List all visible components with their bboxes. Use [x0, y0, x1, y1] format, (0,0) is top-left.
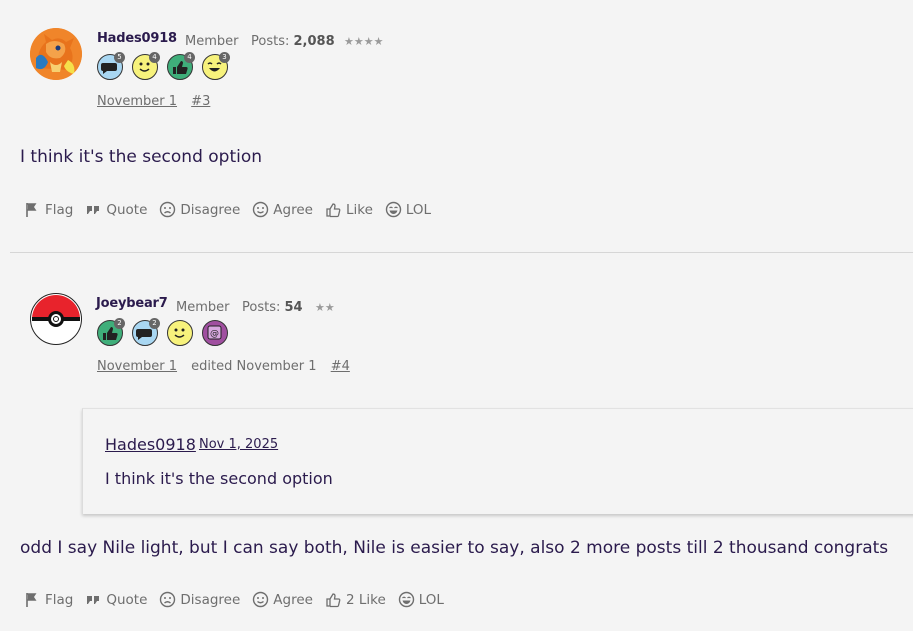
frown-icon [160, 201, 176, 218]
post-meta: November 1 edited November 1 #4 [97, 359, 350, 374]
permalink[interactable]: #3 [191, 94, 210, 109]
laugh-badge-icon[interactable]: 3 [202, 52, 230, 80]
disagree-button[interactable]: Disagree [159, 201, 240, 218]
agree-button[interactable]: Agree [252, 591, 313, 608]
quote-text: I think it's the second option [105, 469, 333, 488]
badge-count: 4 [149, 52, 160, 63]
quote-author-link[interactable]: Hades0918 [105, 435, 196, 454]
frown-icon [160, 591, 176, 608]
lol-button[interactable]: LOL [385, 201, 431, 218]
smile-icon [253, 591, 269, 608]
post-actions: Flag Quote Disagree Agree Like LOL [24, 201, 431, 218]
rank-stars: ★★★★ [344, 35, 384, 48]
post-date-link[interactable]: November 1 [97, 94, 177, 109]
quote-button[interactable]: Quote [85, 591, 147, 608]
comment-post-1: Hades0918 Member Posts: 2,088 ★★★★ 5 4 4… [0, 0, 913, 252]
flag-icon [26, 593, 37, 607]
quote-icon [87, 206, 100, 214]
post-count-label: Posts: [251, 34, 290, 49]
at-badge-icon[interactable]: @ [202, 320, 228, 346]
post-body: I think it's the second option [20, 147, 263, 167]
disagree-button[interactable]: Disagree [159, 591, 240, 608]
comment-badge-icon[interactable]: 5 [97, 52, 125, 80]
post-actions: Flag Quote Disagree Agree 2 Like LOL [24, 591, 444, 608]
comment-badge-icon[interactable]: 2 [132, 318, 160, 346]
badge-count: 3 [219, 52, 230, 63]
post-body: odd I say Nile light, but I can say both… [20, 538, 889, 558]
post-count-label: Posts: [242, 300, 281, 315]
like-button[interactable]: Like [325, 201, 373, 218]
smile-icon [253, 201, 269, 218]
badge-count: 2 [114, 318, 125, 329]
quote-block: Hades0918 Nov 1, 2025 I think it's the s… [82, 408, 913, 514]
quote-date-link[interactable]: Nov 1, 2025 [199, 437, 278, 452]
lol-button[interactable]: LOL [398, 591, 444, 608]
user-role: Member [185, 34, 239, 49]
laugh-icon [385, 201, 402, 218]
post-count: Posts: 54 [242, 300, 303, 315]
badge-count: 2 [149, 318, 160, 329]
badge-count: 5 [114, 52, 125, 63]
post-count: Posts: 2,088 [251, 34, 335, 49]
svg-text:@: @ [210, 329, 219, 339]
flag-icon [26, 203, 37, 217]
badge-count: 4 [184, 52, 195, 63]
laugh-icon [398, 591, 414, 608]
post-count-value: 2,088 [293, 34, 335, 49]
avatar[interactable] [30, 293, 82, 345]
thumbs-up-icon [326, 593, 341, 608]
quote-icon [87, 596, 100, 604]
like-button[interactable]: 2 Like [325, 591, 386, 608]
flag-button[interactable]: Flag [24, 591, 73, 608]
quote-button[interactable]: Quote [85, 201, 147, 218]
username[interactable]: Hades0918 [97, 31, 177, 46]
comment-post-2: Joeybear7 Member Posts: 54 ★★ 2 2 @ Nove… [0, 253, 913, 631]
charizard-avatar-icon [30, 28, 82, 80]
agree-button[interactable]: Agree [252, 201, 313, 218]
pokeball-avatar-icon [31, 294, 80, 343]
username[interactable]: Joeybear7 [96, 296, 168, 311]
thumbs-up-badge-icon[interactable]: 2 [97, 318, 125, 346]
avatar[interactable] [30, 28, 82, 80]
post-meta: November 1 #3 [97, 94, 210, 109]
smile-badge-icon[interactable]: 4 [132, 52, 160, 80]
permalink[interactable]: #4 [331, 359, 350, 374]
flag-button[interactable]: Flag [24, 201, 73, 218]
user-role: Member [176, 300, 230, 315]
thumbs-up-icon [326, 203, 341, 218]
smile-badge-icon[interactable] [167, 320, 193, 346]
thumbs-up-badge-icon[interactable]: 4 [167, 52, 195, 80]
edited-label: edited November 1 [191, 359, 317, 374]
rank-stars: ★★ [315, 301, 335, 314]
post-count-value: 54 [284, 300, 303, 315]
post-date-link[interactable]: November 1 [97, 359, 177, 374]
